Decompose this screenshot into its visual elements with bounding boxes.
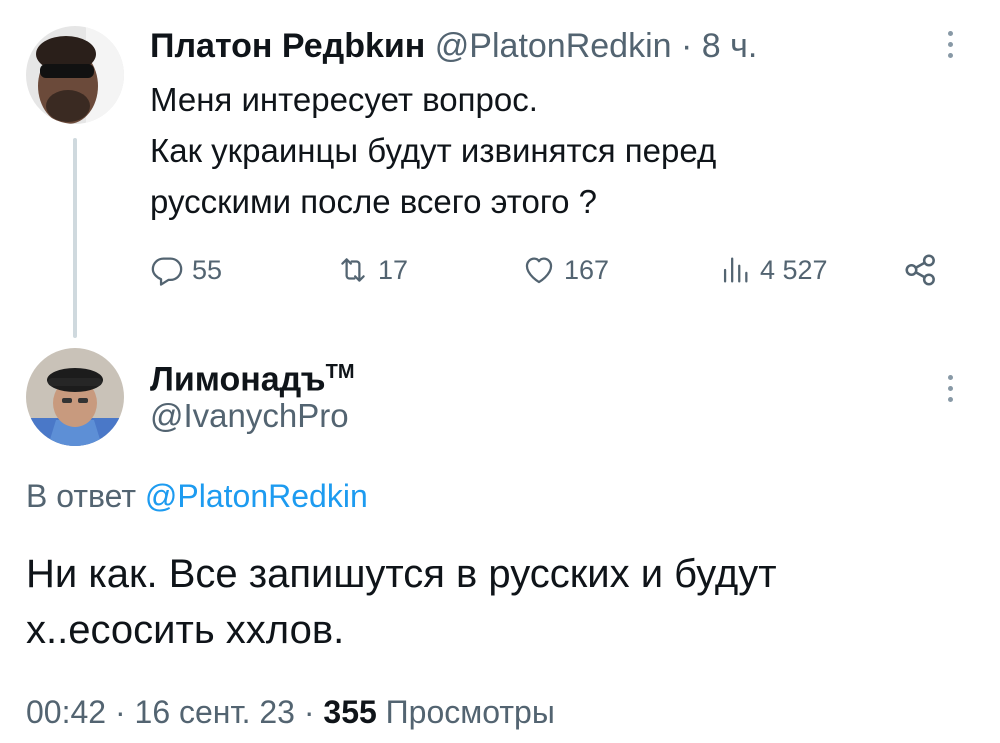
- parent-text-line: Как украинцы будут извинятся перед: [150, 132, 717, 169]
- reply-text-line: х..есосить ххлов.: [26, 608, 345, 652]
- parent-avatar-image: [26, 26, 124, 124]
- reply-button[interactable]: 55: [150, 248, 222, 292]
- like-button[interactable]: 167: [522, 248, 609, 292]
- heart-icon: [525, 257, 553, 284]
- reply-avatar[interactable]: [26, 348, 124, 446]
- thread-connector-line: [73, 138, 77, 338]
- reply-tweet-text: Ни как. Все запишутся в русских и будут …: [26, 546, 966, 658]
- meta-separator: ·: [114, 694, 126, 730]
- views-count: 4 527: [760, 254, 828, 285]
- reply-display-name-text: Лимонадъ: [150, 360, 326, 399]
- reply-icon: [151, 257, 183, 286]
- parent-text-line: русскими после всего этого ?: [150, 183, 598, 220]
- retweet-count: 17: [378, 254, 409, 285]
- share-button[interactable]: [902, 248, 940, 292]
- views-count: 355: [323, 694, 377, 730]
- reply-display-name[interactable]: ЛимонадъTM: [150, 352, 355, 399]
- views-icon: [723, 257, 748, 283]
- parent-handle[interactable]: @PlatonRedkin: [435, 27, 672, 65]
- share-icon: [905, 254, 935, 286]
- replying-to-prefix: В ответ: [26, 478, 137, 514]
- parent-tweet-header: Платон Редbkин @PlatonRedkin · 8 ч.: [150, 26, 757, 66]
- tweet-meta: 00:42 · 16 сент. 23 · 355 Просмотры: [26, 692, 555, 732]
- parent-tweet-text: Меня интересует вопрос. Как украинцы буд…: [150, 74, 920, 227]
- reply-count: 55: [192, 254, 223, 285]
- replying-to: В ответ @PlatonRedkin: [26, 476, 368, 516]
- views-label: Просмотры: [385, 694, 555, 730]
- tweet-date[interactable]: 16 сент. 23: [135, 694, 295, 730]
- tweet-time[interactable]: 00:42: [26, 694, 106, 730]
- replying-to-mention[interactable]: @PlatonRedkin: [145, 478, 368, 514]
- reply-avatar-image: [26, 348, 124, 446]
- retweet-icon: [341, 258, 365, 282]
- reply-text-line: Ни как. Все запишутся в русских и будут: [26, 552, 777, 596]
- more-icon[interactable]: [940, 24, 960, 64]
- retweet-button[interactable]: 17: [336, 248, 408, 292]
- parent-text-line: Меня интересует вопрос.: [150, 81, 538, 118]
- views-button[interactable]: 4 527: [718, 248, 828, 292]
- more-icon[interactable]: [940, 368, 960, 408]
- parent-display-name[interactable]: Платон Редbkин: [150, 27, 425, 65]
- header-separator: ·: [681, 27, 693, 65]
- meta-separator: ·: [303, 694, 315, 730]
- like-count: 167: [564, 254, 610, 285]
- parent-action-bar: 55 17 167 4 527: [150, 248, 950, 292]
- parent-avatar[interactable]: [26, 26, 124, 124]
- trademark-suffix: TM: [325, 361, 355, 383]
- reply-handle[interactable]: @IvanychPro: [150, 396, 349, 436]
- parent-timestamp[interactable]: 8 ч.: [702, 27, 758, 65]
